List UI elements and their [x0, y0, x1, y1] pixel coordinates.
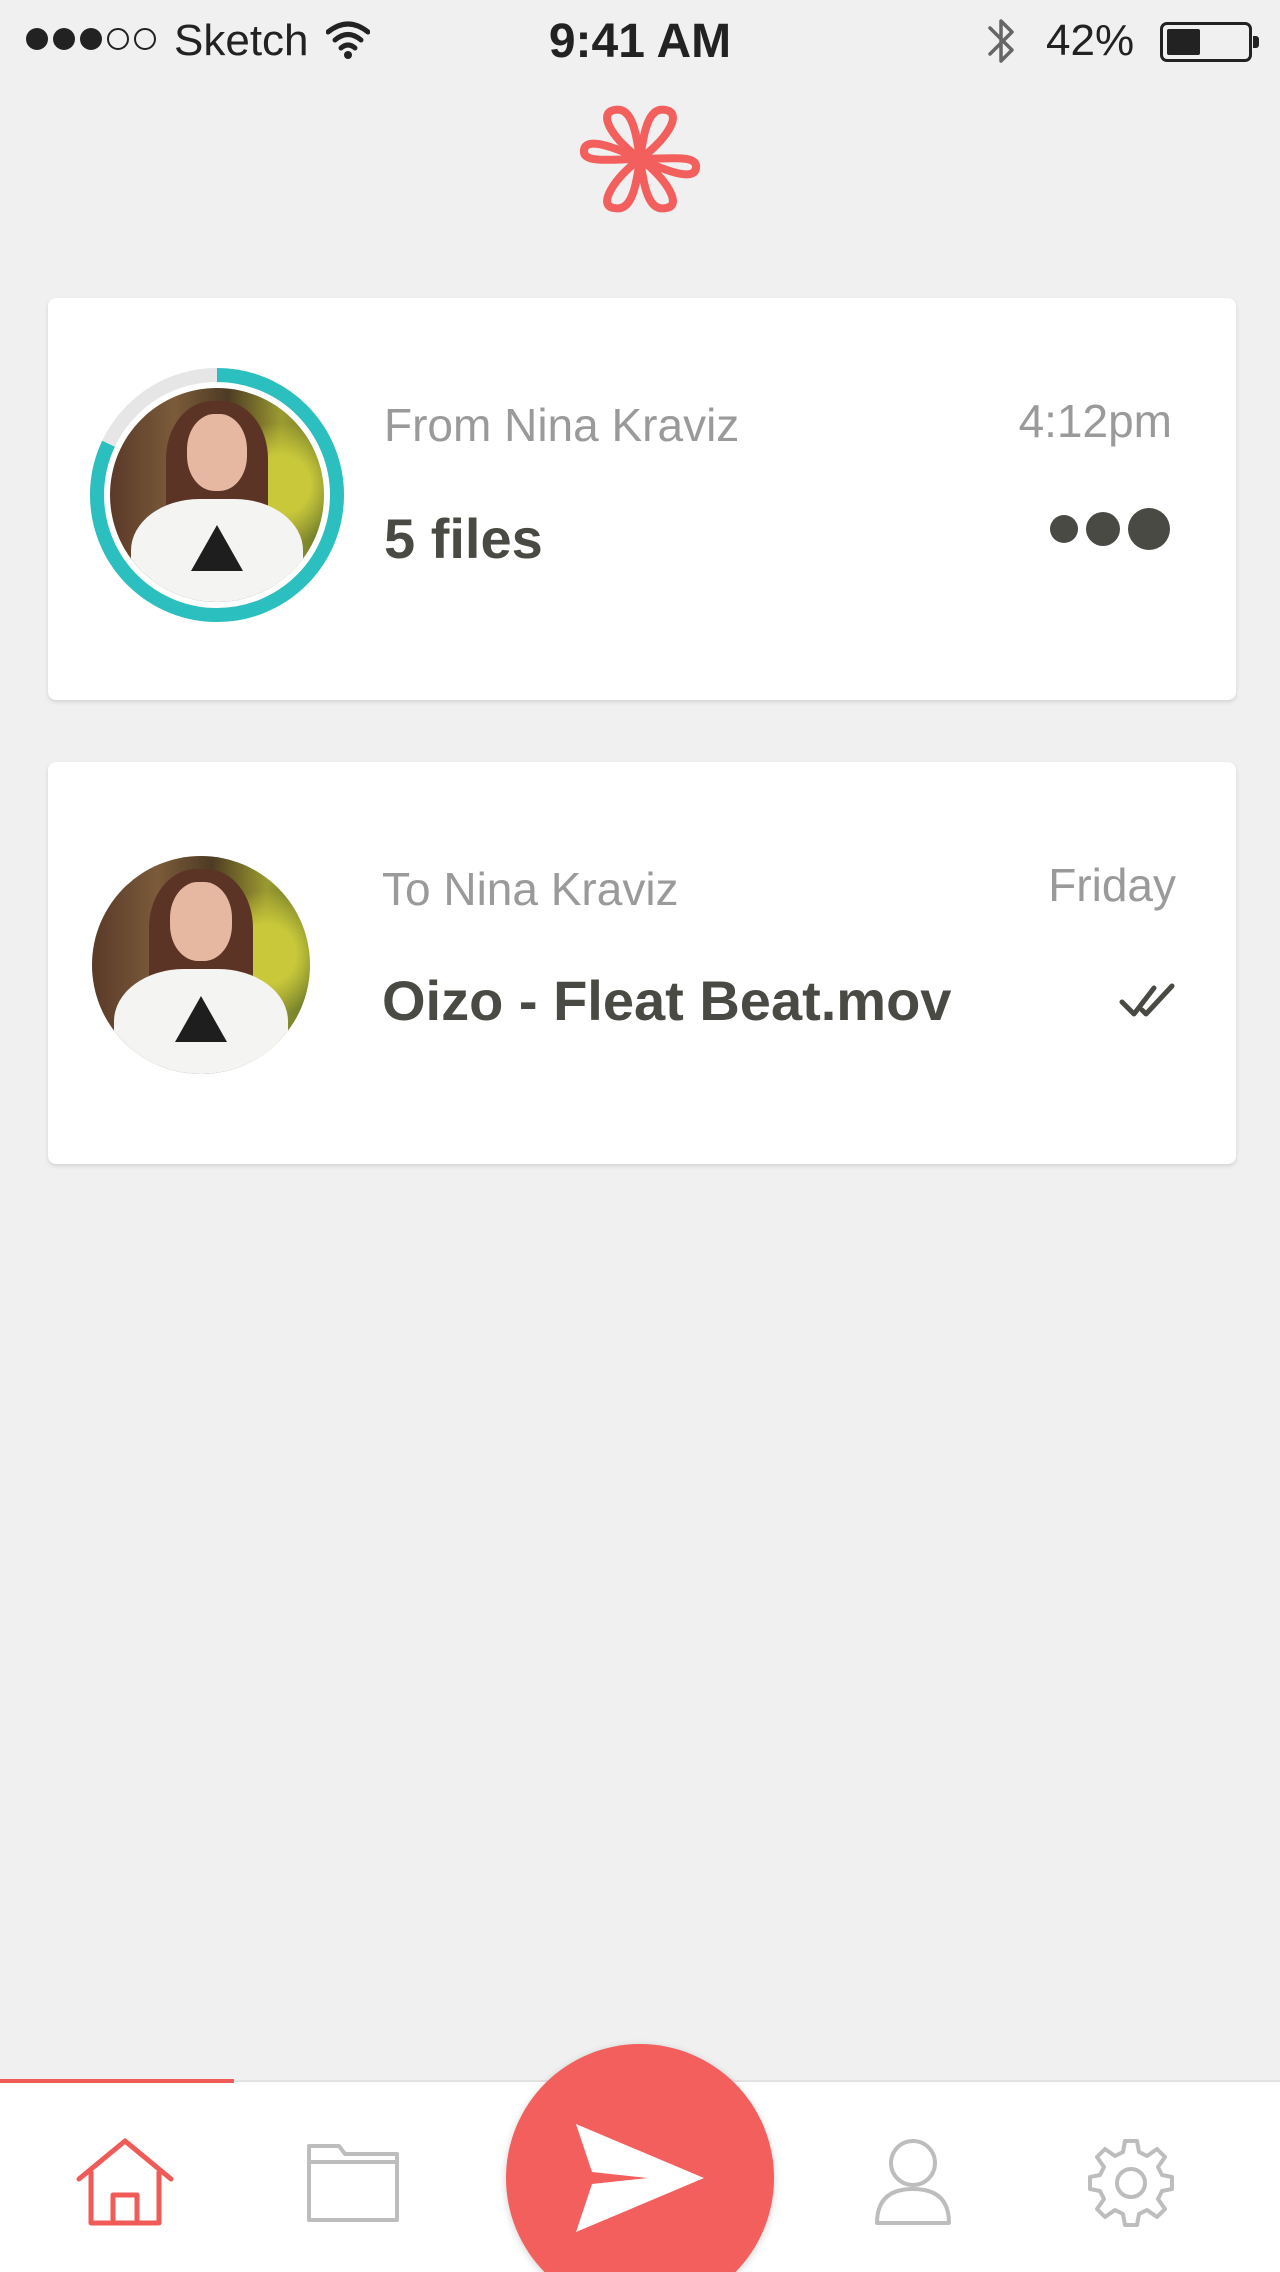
tab-home[interactable]: [70, 2132, 180, 2232]
folder-icon: [307, 2144, 399, 2222]
transfer-direction-label: From Nina Kraviz: [384, 399, 740, 451]
send-icon: [576, 2124, 704, 2232]
send-button[interactable]: [506, 2044, 774, 2272]
tab-contacts[interactable]: [858, 2132, 968, 2232]
recipient-avatar: [92, 856, 310, 1074]
command-cloverleaf-icon: [580, 105, 700, 213]
transfer-card-outgoing[interactable]: To Nina Kraviz Oizo - Fleat Beat.mov Fri…: [48, 762, 1236, 1164]
transfer-direction-label: To Nina Kraviz: [382, 863, 679, 915]
gear-icon: [1088, 2139, 1174, 2227]
battery-icon: [1160, 22, 1259, 62]
sender-avatar: [90, 368, 344, 622]
transfer-title: 5 files: [384, 507, 543, 570]
transfer-card-incoming[interactable]: From Nina Kraviz 5 files 4:12pm: [48, 298, 1236, 700]
person-icon: [875, 2139, 951, 2225]
status-bar: Sketch 9:41 AM 42%: [0, 0, 1280, 82]
transfer-title: Oizo - Fleat Beat.mov: [382, 969, 952, 1032]
transfer-time: 4:12pm: [1018, 395, 1172, 447]
tab-settings[interactable]: [1076, 2132, 1186, 2232]
transfer-time: Friday: [1048, 859, 1176, 911]
tab-files[interactable]: [298, 2132, 408, 2232]
double-check-icon: [1119, 983, 1175, 1017]
progress-dots-icon: [1050, 508, 1170, 550]
avatar-photo: [110, 388, 324, 602]
active-tab-indicator: [0, 2079, 234, 2083]
home-icon: [76, 2138, 174, 2226]
battery-percent: 42%: [1046, 16, 1135, 65]
screen: Sketch 9:41 AM 42% From Nina Kraviz 5 fi…: [0, 0, 1280, 2272]
bluetooth-icon: [988, 19, 1014, 63]
